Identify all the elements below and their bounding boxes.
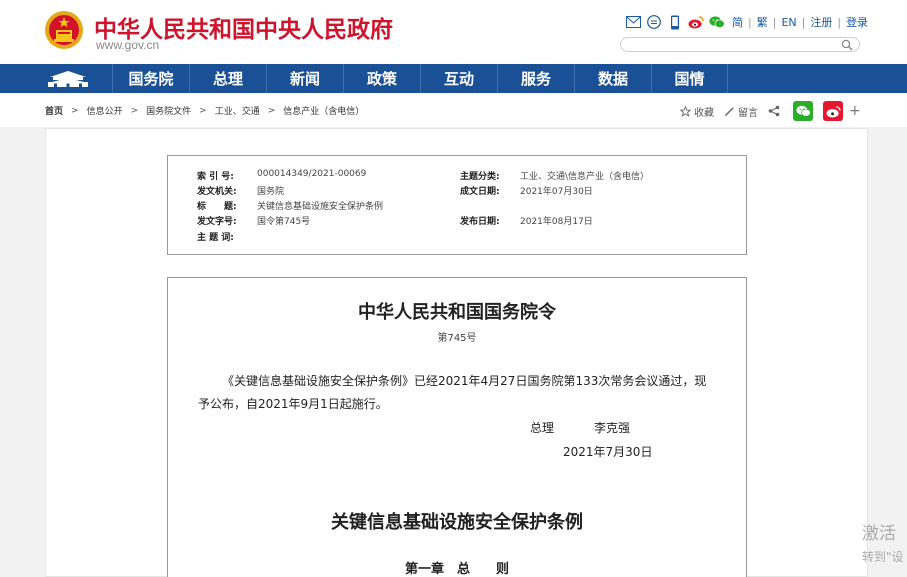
share-icon xyxy=(768,105,780,117)
site-url[interactable]: www.gov.cn xyxy=(96,38,159,52)
meta-published-row: 发布日期: 2021年08月17日 xyxy=(460,214,593,227)
meta-topic-label: 主题分类: xyxy=(460,172,500,182)
meta-published-label: 发布日期: xyxy=(460,217,500,227)
register-link[interactable]: 注册 xyxy=(810,14,832,30)
share-button[interactable] xyxy=(768,105,783,117)
breadcrumb-separator: > xyxy=(130,105,139,116)
nav-item-state-council[interactable]: 国务院 xyxy=(112,64,189,93)
chapter-heading: 第一章 总 则 xyxy=(404,562,509,577)
national-emblem-icon[interactable] xyxy=(44,10,84,50)
tiananmen-logo-icon[interactable] xyxy=(44,69,92,89)
nav-item-national-conditions[interactable]: 国情 xyxy=(651,64,728,93)
meta-issuer-value: 国务院 xyxy=(257,187,285,197)
meta-title-label: 标 题: xyxy=(197,202,237,212)
signature-name: 李克强 xyxy=(594,421,631,435)
favorite-label: 收藏 xyxy=(694,107,714,119)
breadcrumb-info-disclosure[interactable]: 信息公开 xyxy=(87,104,123,117)
meta-topic-value: 工业、交通\信息产业（含电信） xyxy=(520,172,650,182)
content-panel: 索 引 号: 000014349/2021-00069 主题分类: 工业、交通\… xyxy=(45,128,868,577)
wechat-icon[interactable] xyxy=(709,14,725,30)
top-icon-bar: 简 | 繁 | EN | 注册 | 登录 xyxy=(625,13,868,31)
meta-topic-row: 主题分类: 工业、交通\信息产业（含电信） xyxy=(460,169,649,182)
share-wechat-button[interactable] xyxy=(793,101,813,121)
breadcrumb: 首页 > 信息公开 > 国务院文件 > 工业、交通 > 信息产业（含电信） xyxy=(45,104,364,118)
meta-issuer-row: 发文机关: 国务院 xyxy=(197,184,284,197)
nav-item-services[interactable]: 服务 xyxy=(497,64,574,93)
search-icon[interactable] xyxy=(841,39,853,51)
meta-published-value: 2021年08月17日 xyxy=(520,217,593,227)
document-body: 中华人民共和国国务院令 第745号 《关键信息基础设施安全保护条例》已经2021… xyxy=(167,277,747,577)
meta-title-row: 标 题: 关键信息基础设施安全保护条例 xyxy=(197,199,383,212)
activation-watermark: 激活 转到"设 xyxy=(862,519,904,565)
comment-label: 留言 xyxy=(738,107,758,119)
meta-keywords-label: 主 题 词: xyxy=(197,233,234,243)
lang-simplified-link[interactable]: 简 xyxy=(732,14,743,30)
weibo-icon[interactable] xyxy=(688,14,704,30)
message-icon[interactable] xyxy=(646,14,662,30)
search-input[interactable] xyxy=(620,37,860,52)
weibo-icon xyxy=(826,105,841,118)
comment-button[interactable]: 留言 xyxy=(724,104,758,119)
breadcrumb-home[interactable]: 首页 xyxy=(45,104,63,117)
document-metadata-table: 索 引 号: 000014349/2021-00069 主题分类: 工业、交通\… xyxy=(167,155,747,255)
meta-created-value: 2021年07月30日 xyxy=(520,187,593,197)
nav-item-policies[interactable]: 政策 xyxy=(343,64,420,93)
meta-created-label: 成文日期: xyxy=(460,187,500,197)
lang-traditional-link[interactable]: 繁 xyxy=(757,14,768,30)
nav-item-data[interactable]: 数据 xyxy=(574,64,651,93)
meta-index-value: 000014349/2021-00069 xyxy=(257,169,367,179)
watermark-line-1: 激活 xyxy=(862,524,896,544)
meta-created-row: 成文日期: 2021年07月30日 xyxy=(460,184,593,197)
breadcrumb-bar: 首页 > 信息公开 > 国务院文件 > 工业、交通 > 信息产业（含电信） 收藏… xyxy=(0,93,907,127)
meta-index-row: 索 引 号: 000014349/2021-00069 xyxy=(197,169,366,182)
pencil-icon xyxy=(724,106,734,116)
login-link[interactable]: 登录 xyxy=(846,14,868,30)
breadcrumb-industry-transport[interactable]: 工业、交通 xyxy=(215,104,260,117)
page-tools: 收藏 留言 + xyxy=(680,101,861,121)
signature-date: 2021年7月30日 xyxy=(563,445,653,459)
favorite-button[interactable]: 收藏 xyxy=(680,104,714,119)
meta-title-value: 关键信息基础设施安全保护条例 xyxy=(257,202,384,212)
regulation-title: 关键信息基础设施安全保护条例 xyxy=(331,512,583,533)
mobile-icon[interactable] xyxy=(667,14,683,30)
meta-issuer-label: 发文机关: xyxy=(197,187,237,197)
breadcrumb-separator: > xyxy=(199,105,207,116)
meta-docno-label: 发文字号: xyxy=(197,217,237,227)
nav-item-premier[interactable]: 总理 xyxy=(189,64,266,93)
more-share-button[interactable]: + xyxy=(849,103,861,119)
mail-icon[interactable] xyxy=(625,14,641,30)
meta-index-label: 索 引 号: xyxy=(197,172,234,182)
breadcrumb-state-council-docs[interactable]: 国务院文件 xyxy=(146,104,191,117)
nav-item-interaction[interactable]: 互动 xyxy=(420,64,497,93)
breadcrumb-information-industry[interactable]: 信息产业（含电信） xyxy=(283,104,364,117)
nav-item-news[interactable]: 新闻 xyxy=(266,64,343,93)
site-header: 中华人民共和国中央人民政府 www.gov.cn 简 | 繁 | EN | 注册… xyxy=(0,0,907,64)
top-links: 简 | 繁 | EN | 注册 | 登录 xyxy=(732,14,869,30)
order-title: 中华人民共和国国务院令 xyxy=(358,302,556,323)
wechat-icon xyxy=(795,105,811,117)
share-weibo-button[interactable] xyxy=(823,101,843,121)
watermark-line-2: 转到"设 xyxy=(862,550,904,564)
star-icon xyxy=(680,105,691,117)
breadcrumb-separator: > xyxy=(71,105,79,116)
meta-docno-row: 发文字号: 国令第745号 xyxy=(197,214,310,227)
main-nav: 国务院 总理 新闻 政策 互动 服务 数据 国情 xyxy=(0,64,907,93)
lang-english-link[interactable]: EN xyxy=(781,16,796,29)
order-number: 第745号 xyxy=(437,333,477,344)
nav-items: 国务院 总理 新闻 政策 互动 服务 数据 国情 xyxy=(112,64,728,93)
order-paragraph: 《关键信息基础设施安全保护条例》已经2021年4月27日国务院第133次常务会议… xyxy=(198,374,707,411)
meta-keywords-row: 主 题 词: xyxy=(197,230,257,243)
meta-docno-value: 国令第745号 xyxy=(257,217,311,227)
breadcrumb-separator: > xyxy=(267,105,276,116)
signature-role: 总理 xyxy=(530,421,555,435)
